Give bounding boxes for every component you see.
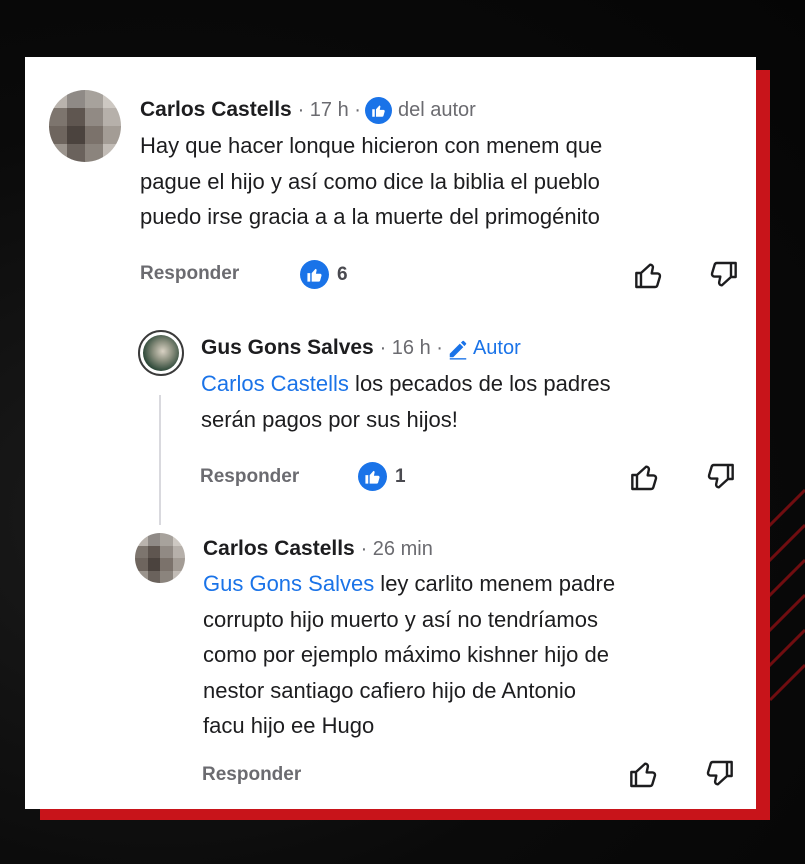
reply-button[interactable]: Responder — [202, 764, 301, 786]
text-line: puedo irse gracia a a la muerte del prim… — [140, 204, 600, 229]
comment-meta: · 16 h · Autor — [380, 337, 521, 360]
comment-text: Carlos Castells los pecados de los padre… — [201, 366, 611, 437]
comment-meta: · 17 h · del autor — [298, 97, 476, 124]
comment-author[interactable]: Carlos Castells · 17 h · del autor — [140, 97, 476, 124]
text-line: Carlos Castells los pecados de los padre… — [201, 366, 611, 402]
thumbs-down-icon[interactable] — [707, 259, 739, 291]
text-line: serán pagos por sus hijos! — [201, 406, 458, 432]
thumbs-up-icon[interactable] — [629, 461, 661, 493]
like-badge-icon — [300, 260, 329, 289]
avatar-image — [143, 335, 179, 371]
like-count: 6 — [300, 260, 348, 289]
author-like-badge: del autor — [364, 97, 476, 124]
comment-text: Gus Gons Salves ley carlito menem padre … — [203, 566, 615, 744]
author-name[interactable]: Carlos Castells — [203, 537, 355, 560]
thumbs-down-icon[interactable] — [703, 758, 735, 790]
author-tag: Autor — [447, 337, 521, 360]
thumbs-up-icon[interactable] — [633, 259, 665, 291]
like-count-value: 6 — [337, 263, 348, 285]
text-line: Hay que hacer lonque hicieron con menem … — [140, 133, 603, 158]
text-line: Gus Gons Salves ley carlito menem padre — [203, 566, 615, 602]
avatar[interactable] — [135, 533, 185, 583]
like-badge-icon — [358, 462, 387, 491]
text-line: como por ejemplo máximo kishner hijo de — [203, 642, 609, 667]
comment-author[interactable]: Carlos Castells · 26 min — [203, 537, 433, 561]
timestamp: · 16 h · — [379, 337, 443, 359]
text-line: pague el hijo y así como dice la biblia … — [140, 168, 600, 194]
text-line: facu hijo ee Hugo — [203, 713, 375, 738]
thumbs-up-icon[interactable] — [628, 758, 660, 790]
text-line: nestor santiago cafiero hijo de Antonio — [203, 677, 577, 703]
like-badge-icon — [364, 97, 392, 124]
author-name[interactable]: Carlos Castells — [140, 98, 292, 121]
reply-button[interactable]: Responder — [140, 263, 239, 285]
comment-text: Hay que hacer lonque hicieron con menem … — [140, 128, 602, 235]
comment-card: Carlos Castells · 17 h · del autor Hay q… — [25, 57, 756, 809]
mention-link[interactable]: Gus Gons Salves — [203, 571, 374, 596]
author-name[interactable]: Gus Gons Salves — [201, 336, 374, 359]
author-tag-label: Autor — [472, 337, 521, 359]
text-line: corrupto hijo muerto y así no tendríamos — [203, 606, 598, 632]
badge-label: del autor — [397, 99, 476, 121]
like-count: 1 — [358, 462, 406, 491]
thumbs-down-icon[interactable] — [704, 461, 736, 493]
thread-line — [159, 395, 161, 525]
timestamp: · 26 min — [360, 538, 433, 560]
timestamp: · 17 h · — [297, 99, 361, 121]
avatar[interactable] — [49, 90, 121, 162]
reply-button[interactable]: Responder — [200, 466, 299, 488]
text-fragment: los pecados de los padres — [348, 371, 611, 396]
mention-link[interactable]: Carlos Castells — [201, 371, 349, 396]
pencil-icon — [449, 340, 467, 360]
text-fragment: ley carlito menem padre — [374, 571, 616, 596]
comment-author[interactable]: Gus Gons Salves · 16 h · Autor — [201, 336, 521, 360]
avatar[interactable] — [138, 330, 184, 376]
like-count-value: 1 — [395, 465, 406, 487]
